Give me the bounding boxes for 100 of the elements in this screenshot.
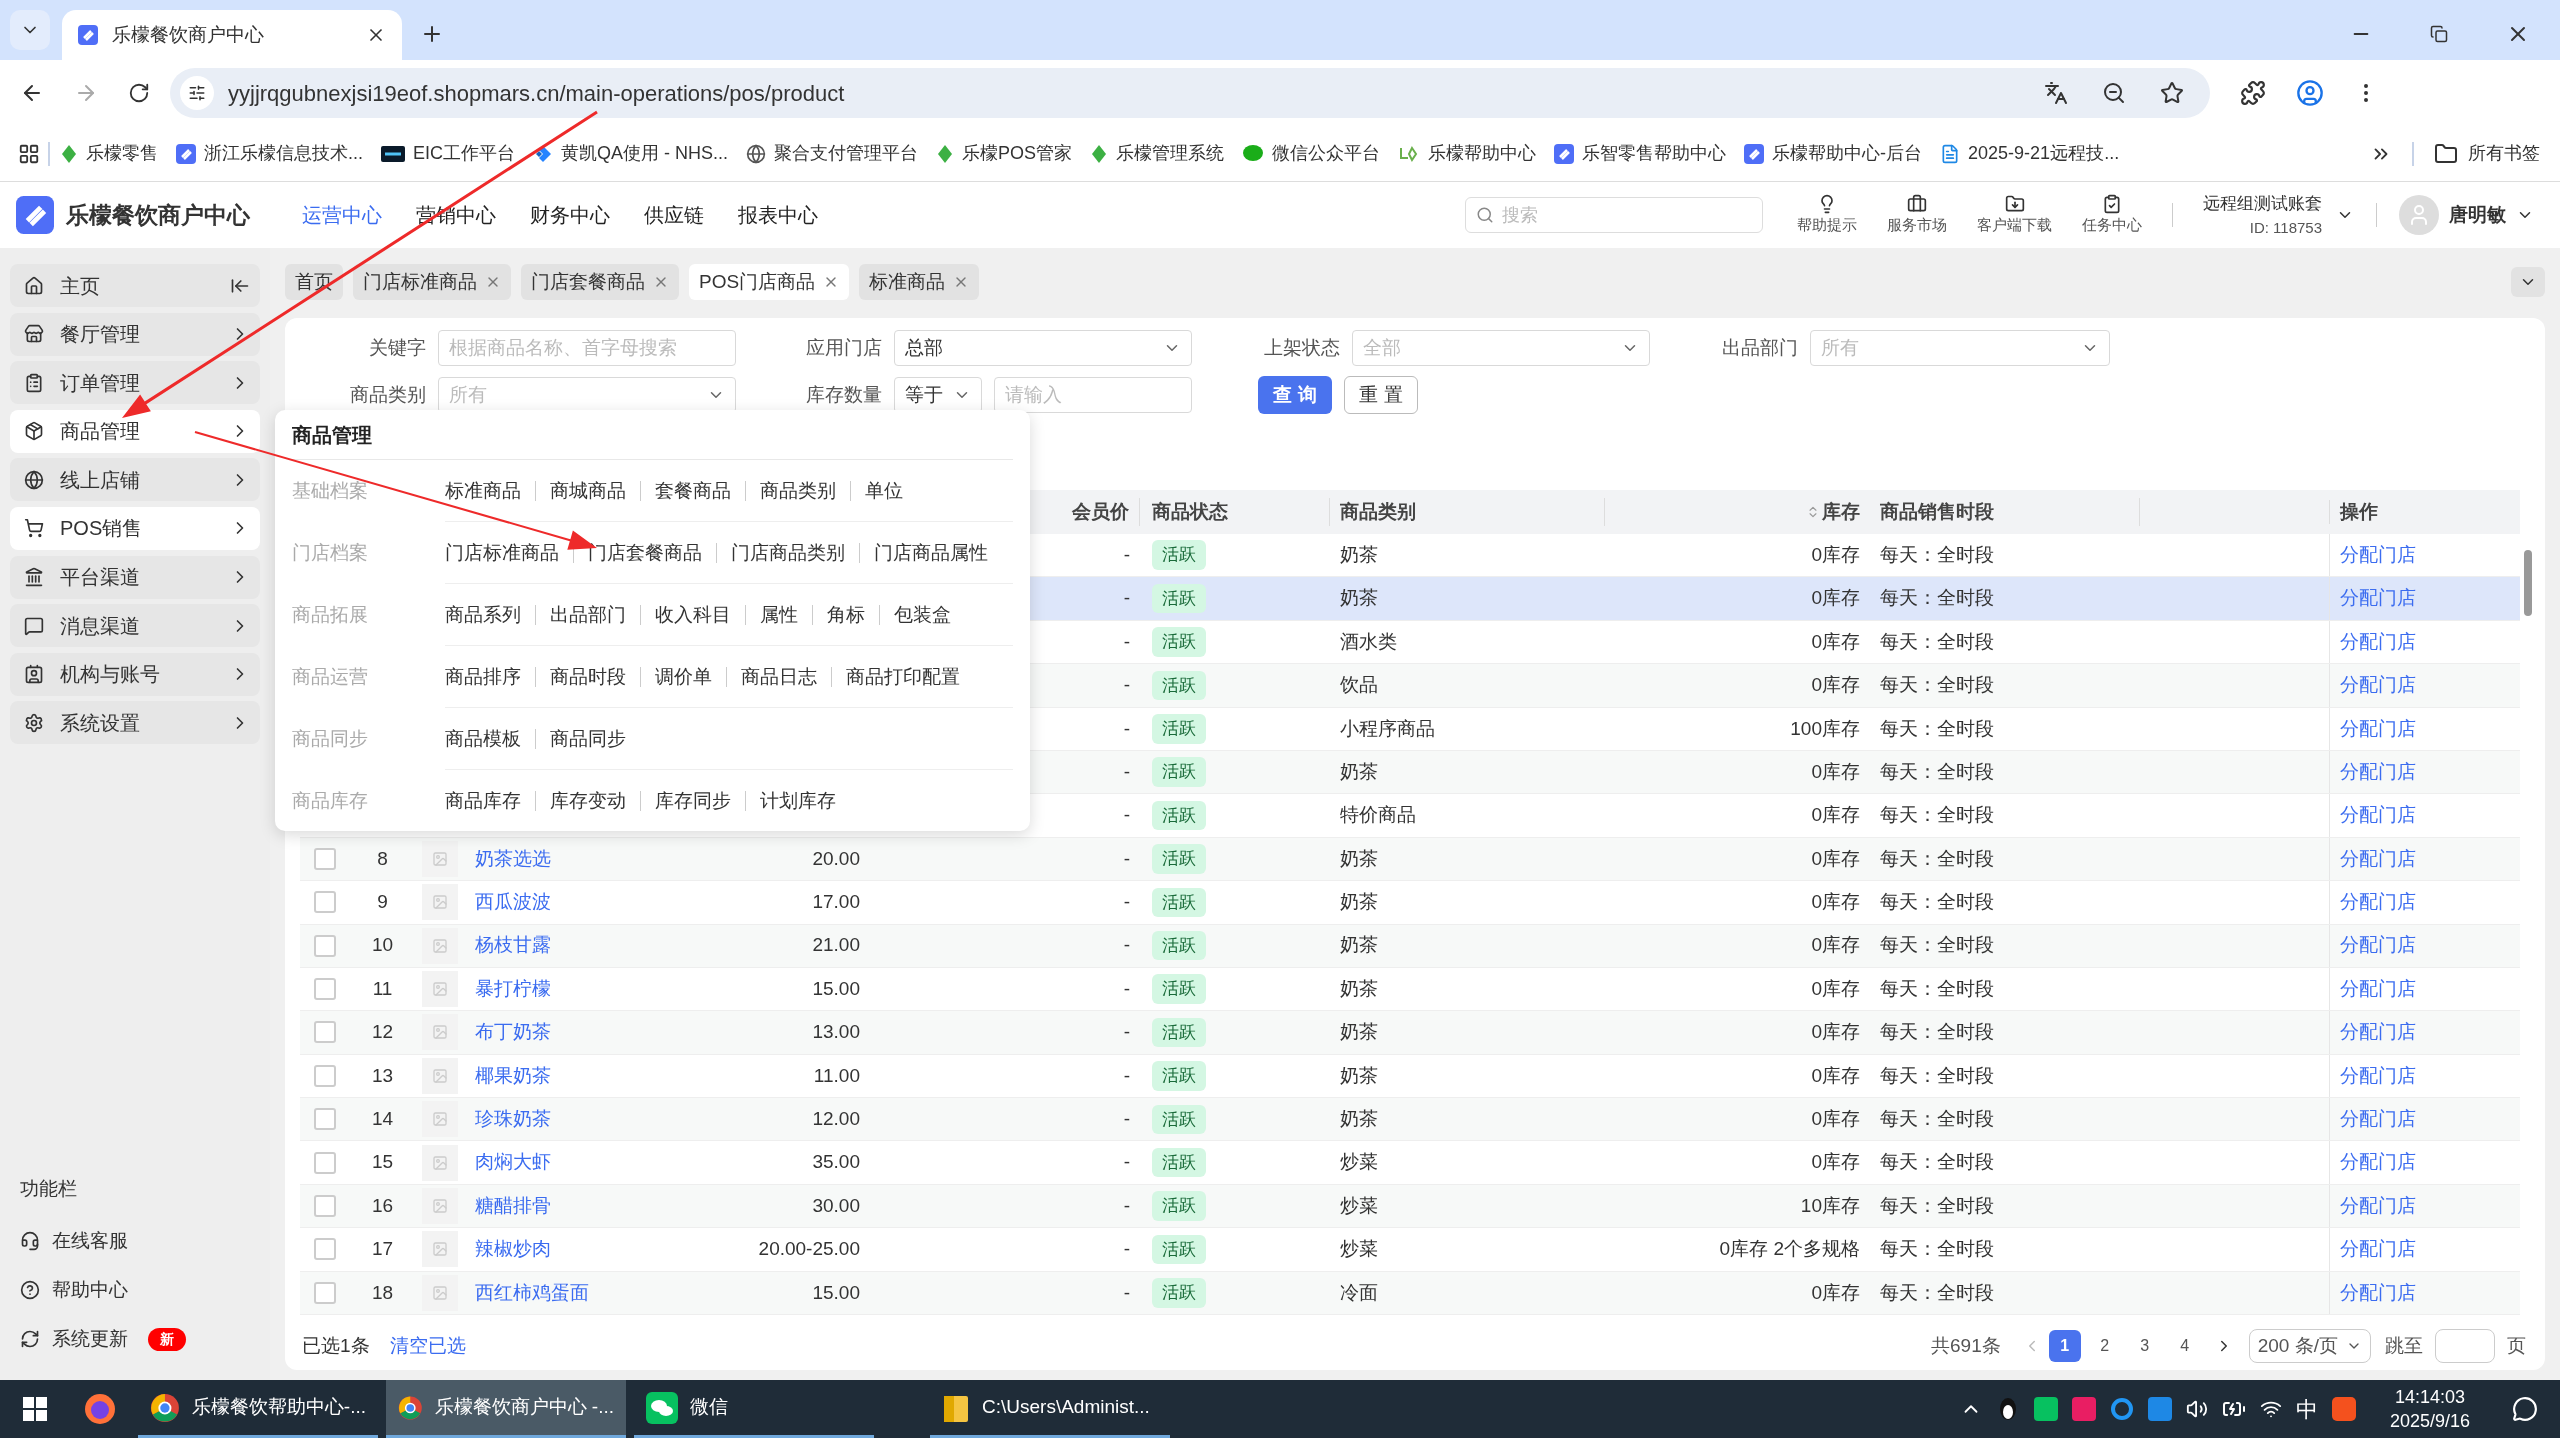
table-cell: 每天：全时段 xyxy=(1880,934,1994,956)
table-cell: 每天：全时段 xyxy=(1880,630,1994,652)
total-count: 共691条 xyxy=(1931,1333,2001,1358)
table-cell: 炒菜 xyxy=(1340,1194,1378,1216)
status-tag: 活跃 xyxy=(1152,1278,1206,1308)
table-cell: 11.00 xyxy=(813,1064,860,1086)
table-cell: 每天：全时段 xyxy=(1880,891,1994,913)
table-cell: 0库存 xyxy=(1811,543,1860,565)
table-cell: 每天：全时段 xyxy=(1880,1108,1994,1129)
status-tag: 活跃 xyxy=(1152,930,1206,961)
table-cell: 每天：全时段 xyxy=(1880,804,1994,826)
row-number: 9 xyxy=(377,891,388,913)
table-cell: 0库存 xyxy=(1811,630,1860,652)
table-cell: 每天：全时段 xyxy=(1880,1021,1994,1043)
table-cell: 0库存 xyxy=(1811,587,1860,609)
table-cell: 13.00 xyxy=(812,1021,860,1043)
url-text: yyjjrqgubnexjsi19eof.shopmars.cn/main-operations/pos/product xyxy=(228,79,846,108)
table-cell: - xyxy=(1123,717,1130,739)
table-cell: 奶茶 xyxy=(1340,1021,1378,1043)
table-cell: 21.00 xyxy=(812,934,860,956)
table-cell: 0库存 xyxy=(1811,674,1860,696)
table-cell: 0库存 xyxy=(1811,804,1860,826)
section-title: 功能栏 xyxy=(20,1176,78,1201)
table-cell: 酒水类 xyxy=(1340,630,1397,652)
table-cell: 20.00 xyxy=(812,847,860,869)
new-badge: 新 xyxy=(148,1327,186,1351)
table-cell: 奶茶 xyxy=(1340,760,1378,782)
jump-label: 跳至 xyxy=(2385,1333,2423,1358)
table-cell: 炒菜 xyxy=(1340,1238,1378,1260)
table-cell: - xyxy=(1123,543,1130,565)
status-tag: 活跃 xyxy=(1152,800,1206,831)
status-tag: 活跃 xyxy=(1152,844,1206,874)
table-cell: 奶茶 xyxy=(1340,587,1378,609)
table-cell: 每天：全时段 xyxy=(1880,760,1994,782)
table-cell: 每天：全时段 xyxy=(1880,1281,1994,1303)
table-cell: 30.00 xyxy=(812,1194,860,1216)
table-cell: - xyxy=(1123,804,1130,826)
table-cell: - xyxy=(1123,891,1130,913)
table-cell: 0库存 xyxy=(1811,891,1860,913)
field-label: 关键字 xyxy=(368,335,427,360)
row-number: 15 xyxy=(371,1151,394,1173)
field-label: 出品部门 xyxy=(1721,335,1799,360)
table-cell: 0库存 xyxy=(1811,934,1860,956)
table-cell: - xyxy=(1123,760,1130,782)
table-cell: 12.00 xyxy=(812,1108,860,1129)
table-cell: 每天：全时段 xyxy=(1880,543,1994,565)
app-title: 乐檬餐饮商户中心 xyxy=(66,200,250,230)
table-cell: 每天：全时段 xyxy=(1880,717,1994,739)
page-unit-label: 页 xyxy=(2507,1333,2526,1358)
row-number: 18 xyxy=(371,1281,394,1303)
table-cell: 奶茶 xyxy=(1340,847,1378,869)
table-cell: - xyxy=(1123,630,1130,652)
table-cell: 0库存 xyxy=(1811,1151,1860,1173)
status-tag: 活跃 xyxy=(1152,1104,1206,1134)
table-cell: 17.00 xyxy=(812,891,860,913)
table-cell: 20.00-25.00 xyxy=(758,1238,860,1260)
table-cell: 每天：全时段 xyxy=(1880,1151,1994,1173)
table-cell: 小程序商品 xyxy=(1340,717,1435,739)
table-cell: - xyxy=(1123,1108,1130,1129)
table-cell: 0库存 xyxy=(1811,847,1860,869)
row-number: 8 xyxy=(377,847,388,869)
table-cell: 饮品 xyxy=(1340,674,1378,696)
table-cell: 每天：全时段 xyxy=(1880,847,1994,869)
status-tag: 活跃 xyxy=(1152,1191,1206,1221)
selection-count: 已选1条 xyxy=(302,1333,370,1358)
table-cell: 奶茶 xyxy=(1340,1108,1378,1129)
table-cell: 0库存 xyxy=(1811,1281,1860,1303)
row-number: 13 xyxy=(371,1064,394,1086)
table-cell: - xyxy=(1123,1064,1130,1086)
table-cell: 奶茶 xyxy=(1340,977,1378,999)
table-cell: 特价商品 xyxy=(1340,804,1416,826)
table-cell: 15.00 xyxy=(812,1281,860,1303)
table-cell: 0库存 xyxy=(1811,1108,1860,1129)
table-cell: - xyxy=(1123,587,1130,609)
table-cell: - xyxy=(1123,674,1130,696)
table-cell: - xyxy=(1123,1194,1130,1216)
table-cell: 炒菜 xyxy=(1340,1151,1378,1173)
row-number: 10 xyxy=(371,934,394,956)
table-cell: - xyxy=(1123,1238,1130,1260)
table-cell: 冷面 xyxy=(1340,1281,1378,1303)
table-cell: 每天：全时段 xyxy=(1880,587,1994,609)
table-cell: 每天：全时段 xyxy=(1880,674,1994,696)
table-cell: 35.00 xyxy=(812,1151,860,1173)
status-tag: 活跃 xyxy=(1152,583,1206,614)
table-cell: 奶茶 xyxy=(1340,1064,1378,1086)
column-header: 商品状态 xyxy=(1140,497,1330,527)
status-tag: 活跃 xyxy=(1152,1017,1206,1048)
table-cell: - xyxy=(1123,1281,1130,1303)
status-tag: 活跃 xyxy=(1152,627,1206,657)
table-cell: 奶茶 xyxy=(1340,934,1378,956)
table-cell: 每天：全时段 xyxy=(1880,1194,1994,1216)
column-header: 商品销售时段 xyxy=(1870,497,2140,527)
status-tag: 活跃 xyxy=(1152,540,1206,570)
field-label: 库存数量 xyxy=(805,382,883,407)
table-cell: 15.00 xyxy=(812,977,860,999)
table-cell: 0库存 2个多规格 xyxy=(1719,1238,1860,1260)
row-number: 14 xyxy=(371,1108,394,1129)
status-tag: 活跃 xyxy=(1152,1234,1206,1265)
tab-title: 乐檬餐饮商户中心 xyxy=(112,22,265,47)
table-cell: 0库存 xyxy=(1811,1021,1860,1043)
